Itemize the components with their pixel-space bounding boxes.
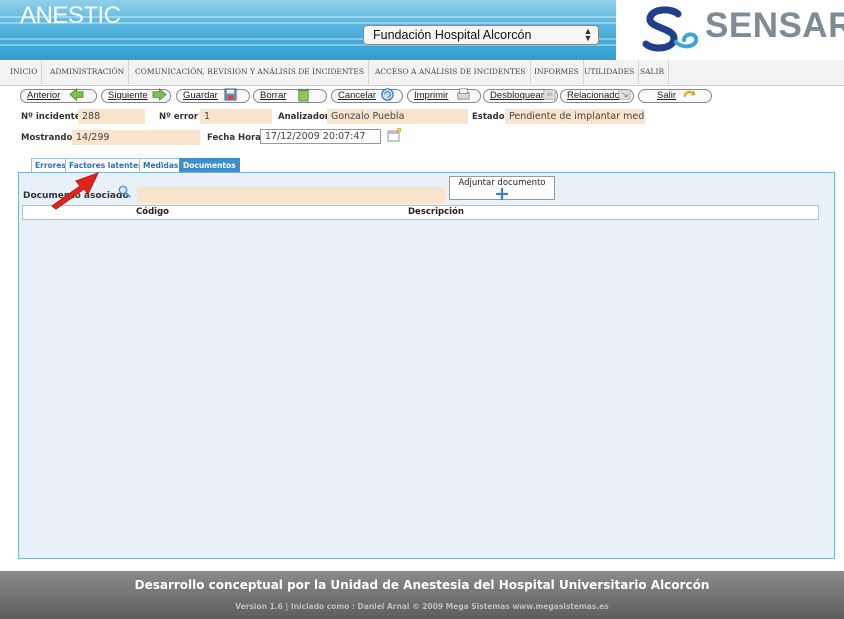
- error-field[interactable]: 1: [200, 109, 272, 124]
- documento-asociado-input[interactable]: [137, 187, 445, 203]
- calendar-icon[interactable]: [386, 127, 402, 143]
- hospital-select-value: Fundación Hospital Alcorcón: [373, 28, 532, 42]
- documentos-panel: [18, 172, 835, 559]
- menu-inicio[interactable]: INICIO: [6, 60, 43, 84]
- sensar-s-icon: [642, 6, 699, 52]
- related-icon: [618, 89, 631, 100]
- estado-label: Estado: [472, 112, 505, 122]
- footer-version: Version 1.6 | Iniciado como : Daniel Arn…: [235, 602, 609, 611]
- adjuntar-documento-label: Adjuntar documento: [458, 178, 546, 188]
- fecha-hora-label: Fecha Hora: [207, 133, 261, 143]
- menu-comunicacion[interactable]: COMUNICACIÓN, REVISION Y ANÁLISIS DE INC…: [131, 60, 370, 84]
- desbloquear-label: Desbloquear: [490, 90, 544, 101]
- column-descripcion[interactable]: Descripción: [408, 207, 464, 217]
- footer: Desarrollo conceptual por la Unidad de A…: [0, 571, 844, 619]
- sensar-logo: SENSAR: [616, 0, 844, 60]
- relacionado-label: Relacionado: [567, 90, 620, 101]
- app-header: ANESTIC Fundación Hospital Alcorcón ▲ ▼ S…: [0, 0, 844, 60]
- header-stripe: [0, 16, 640, 18]
- save-icon: [224, 88, 237, 101]
- add-icon: [496, 188, 508, 200]
- analizador-field[interactable]: Gonzalo Puebla: [327, 109, 468, 124]
- arrow-left-icon: [69, 88, 84, 101]
- red-arrow-annotation-icon: [51, 172, 99, 210]
- documentos-grid-header: Código Descripción: [22, 205, 819, 220]
- mostrando-field[interactable]: 14/299: [72, 130, 200, 145]
- guardar-label: Guardar: [183, 90, 218, 101]
- estado-field[interactable]: Pendiente de implantar medi: [505, 109, 645, 124]
- imprimir-label: Imprimir: [414, 90, 449, 101]
- tab-documentos[interactable]: Documentos: [179, 158, 240, 172]
- salir-label: Salir: [657, 90, 677, 101]
- trash-icon: [297, 88, 310, 102]
- search-icon[interactable]: [118, 185, 131, 198]
- arrow-right-icon: [152, 88, 167, 101]
- incidente-label: Nº incidente: [21, 112, 81, 122]
- imprimir-button[interactable]: Imprimir: [407, 88, 481, 103]
- main-menu: INICIO ADMINISTRACIÓN COMUNICACIÓN, REVI…: [0, 60, 844, 86]
- error-label: Nº error: [159, 112, 199, 122]
- guardar-button[interactable]: Guardar: [176, 88, 250, 103]
- select-arrows-icon: ▲ ▼: [583, 26, 593, 43]
- fecha-hora-field[interactable]: 17/12/2009 20:07:47: [260, 129, 381, 144]
- hospital-select[interactable]: Fundación Hospital Alcorcón ▲ ▼: [363, 25, 599, 45]
- relacionado-button[interactable]: Relacionado: [560, 89, 634, 103]
- print-icon: [457, 88, 470, 100]
- mostrando-label: Mostrando: [21, 133, 73, 143]
- borrar-button[interactable]: Borrar: [253, 88, 327, 103]
- footer-credit: Desarrollo conceptual por la Unidad de A…: [134, 578, 710, 592]
- tab-medidas[interactable]: Medidas: [139, 158, 183, 172]
- header-stripe: [0, 22, 640, 24]
- adjuntar-documento-button[interactable]: Adjuntar documento: [449, 176, 555, 200]
- anterior-button[interactable]: Anterior: [20, 88, 97, 103]
- analizador-label: Analizador: [278, 112, 329, 122]
- exit-arrow-icon: [683, 90, 696, 97]
- column-codigo[interactable]: Código: [136, 207, 169, 217]
- cancelar-button[interactable]: Cancelar: [331, 88, 403, 103]
- cancelar-label: Cancelar: [338, 90, 377, 101]
- menu-acceso-analisis[interactable]: ACCESO A ANÁLISIS DE INCIDENTES: [371, 60, 531, 84]
- menu-utilidades[interactable]: UTILIDADES: [580, 60, 640, 84]
- menu-informes[interactable]: INFORMES: [530, 60, 584, 84]
- unlock-icon: [543, 89, 556, 100]
- siguiente-label: Siguiente: [108, 90, 148, 101]
- menu-administracion[interactable]: ADMINISTRACIÓN: [46, 60, 130, 84]
- borrar-label: Borrar: [260, 90, 287, 101]
- cancel-refresh-icon: [381, 88, 394, 101]
- anterior-label: Anterior: [27, 90, 61, 101]
- siguiente-button[interactable]: Siguiente: [101, 88, 171, 103]
- logo-text: SENSAR: [705, 6, 844, 45]
- salir-button[interactable]: Salir: [638, 89, 712, 103]
- menu-salir[interactable]: SALIR: [636, 60, 670, 84]
- desbloquear-button[interactable]: Desbloquear: [483, 89, 558, 103]
- incidente-field[interactable]: 288: [78, 109, 145, 124]
